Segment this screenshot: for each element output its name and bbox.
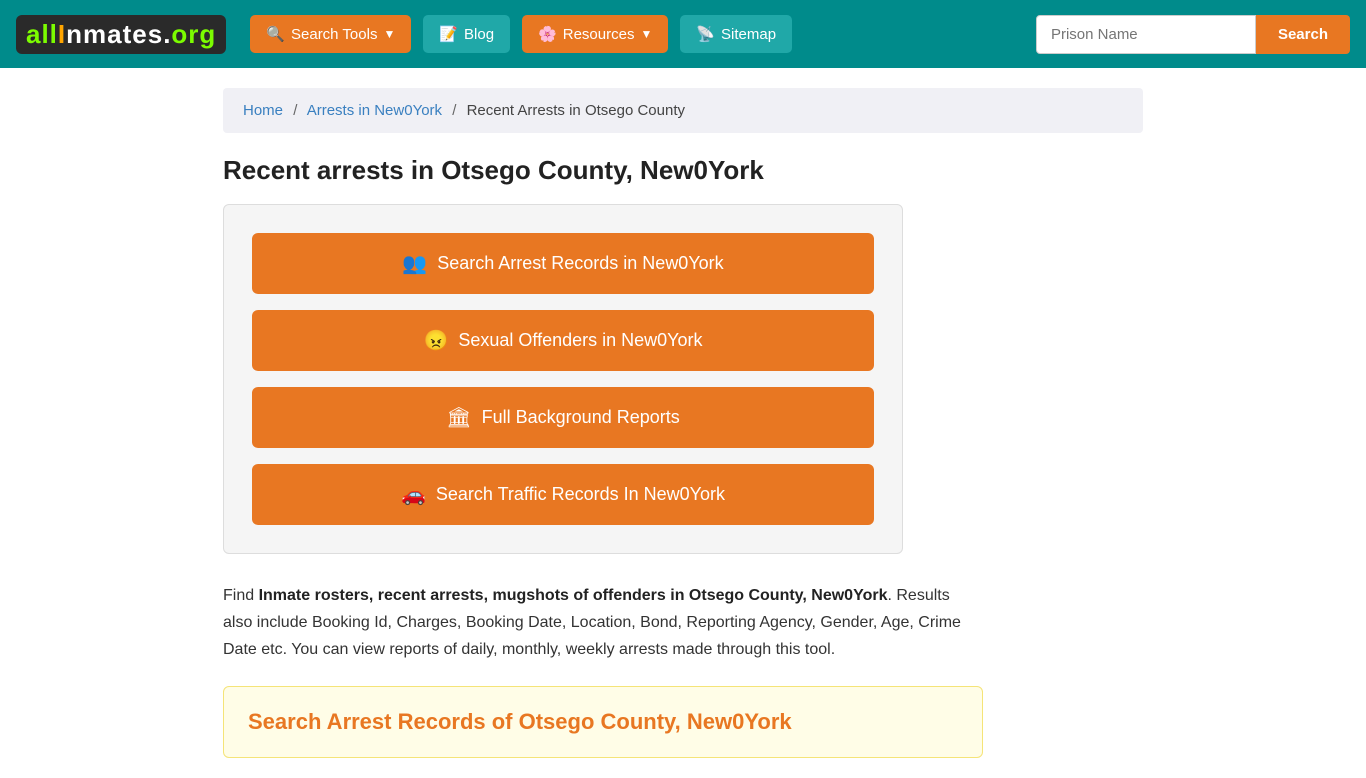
resources-icon: 🌸 [538,25,557,43]
logo-text: allInmates.org [16,15,226,54]
btn3-label: Full Background Reports [482,407,680,428]
offender-icon: 😠 [423,328,448,353]
breadcrumb-arrests[interactable]: Arrests in New0York [307,102,442,119]
resources-button[interactable]: 🌸 Resources ▼ [522,15,668,53]
btn1-label: Search Arrest Records in New0York [437,253,723,274]
main-content: Home / Arrests in New0York / Recent Arre… [203,68,1163,778]
chevron-down-icon: ▼ [383,27,395,41]
action-buttons-box: 👥 Search Arrest Records in New0York 😠 Se… [223,204,903,554]
search-records-box: Search Arrest Records of Otsego County, … [223,686,983,758]
chevron-down-icon-2: ▼ [640,27,652,41]
blog-button[interactable]: 📝 Blog [423,15,510,53]
background-icon: 🏛 [446,405,471,430]
breadcrumb-home[interactable]: Home [243,102,283,119]
resources-label: Resources [563,26,635,43]
search-btn-label: Search [1278,26,1328,43]
blog-label: Blog [464,26,494,43]
logo[interactable]: allInmates.org [16,15,226,54]
breadcrumb-current: Recent Arrests in Otsego County [467,102,685,119]
sexual-offenders-button[interactable]: 😠 Sexual Offenders in New0York [252,310,874,371]
prison-search-area: Search [1036,15,1350,54]
prison-name-input[interactable] [1036,15,1256,54]
description-bold: Inmate rosters, recent arrests, mugshots… [259,587,888,604]
car-icon: 🚗 [401,482,426,507]
description-prefix: Find [223,587,259,604]
breadcrumb: Home / Arrests in New0York / Recent Arre… [223,88,1143,133]
description-text: Find Inmate rosters, recent arrests, mug… [223,582,983,664]
search-tools-button[interactable]: 🔍 Search Tools ▼ [250,15,411,53]
navbar: allInmates.org 🔍 Search Tools ▼ 📝 Blog 🌸… [0,0,1366,68]
sitemap-icon: 📡 [696,25,715,43]
search-arrest-records-button[interactable]: 👥 Search Arrest Records in New0York [252,233,874,294]
search-records-title: Search Arrest Records of Otsego County, … [248,709,958,735]
people-icon: 👥 [402,251,427,276]
search-tools-label: Search Tools [291,26,377,43]
sitemap-label: Sitemap [721,26,776,43]
sitemap-button[interactable]: 📡 Sitemap [680,15,792,53]
breadcrumb-separator-2: / [452,102,456,119]
btn2-label: Sexual Offenders in New0York [458,330,702,351]
blog-icon: 📝 [439,25,458,43]
full-background-reports-button[interactable]: 🏛 Full Background Reports [252,387,874,448]
prison-search-button[interactable]: Search [1256,15,1350,54]
page-title: Recent arrests in Otsego County, New0Yor… [223,155,1143,186]
breadcrumb-separator-1: / [293,102,297,119]
search-tools-icon: 🔍 [266,25,285,43]
btn4-label: Search Traffic Records In New0York [436,484,725,505]
search-traffic-records-button[interactable]: 🚗 Search Traffic Records In New0York [252,464,874,525]
